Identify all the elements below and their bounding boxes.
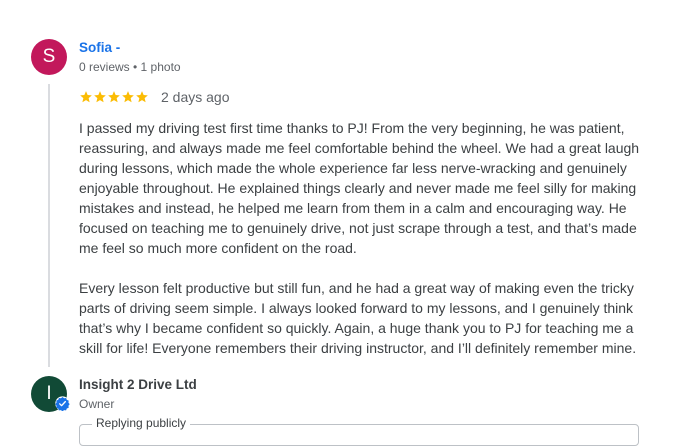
- thread-line: [48, 84, 50, 367]
- owner-name: Insight 2 Drive Ltd: [79, 377, 197, 392]
- reviewer-meta: 0 reviews • 1 photo: [79, 60, 181, 74]
- review-paragraph: Every lesson felt productive but still f…: [79, 280, 637, 356]
- review-date: 2 days ago: [161, 89, 230, 105]
- star-icon: [94, 91, 106, 103]
- star-rating: [79, 90, 149, 104]
- star-icon: [108, 91, 120, 103]
- star-icon: [122, 91, 134, 103]
- star-icon: [136, 91, 148, 103]
- reviewer-name[interactable]: Sofia -: [79, 40, 120, 55]
- owner-role: Owner: [79, 397, 115, 411]
- review-text: I passed my driving test first time than…: [79, 118, 659, 378]
- reply-legend: Replying publicly: [92, 416, 191, 430]
- star-icon: [80, 91, 92, 103]
- review-paragraph: I passed my driving test first time than…: [79, 120, 640, 256]
- reviewer-avatar[interactable]: S: [31, 39, 67, 75]
- verified-check-icon: [55, 396, 70, 411]
